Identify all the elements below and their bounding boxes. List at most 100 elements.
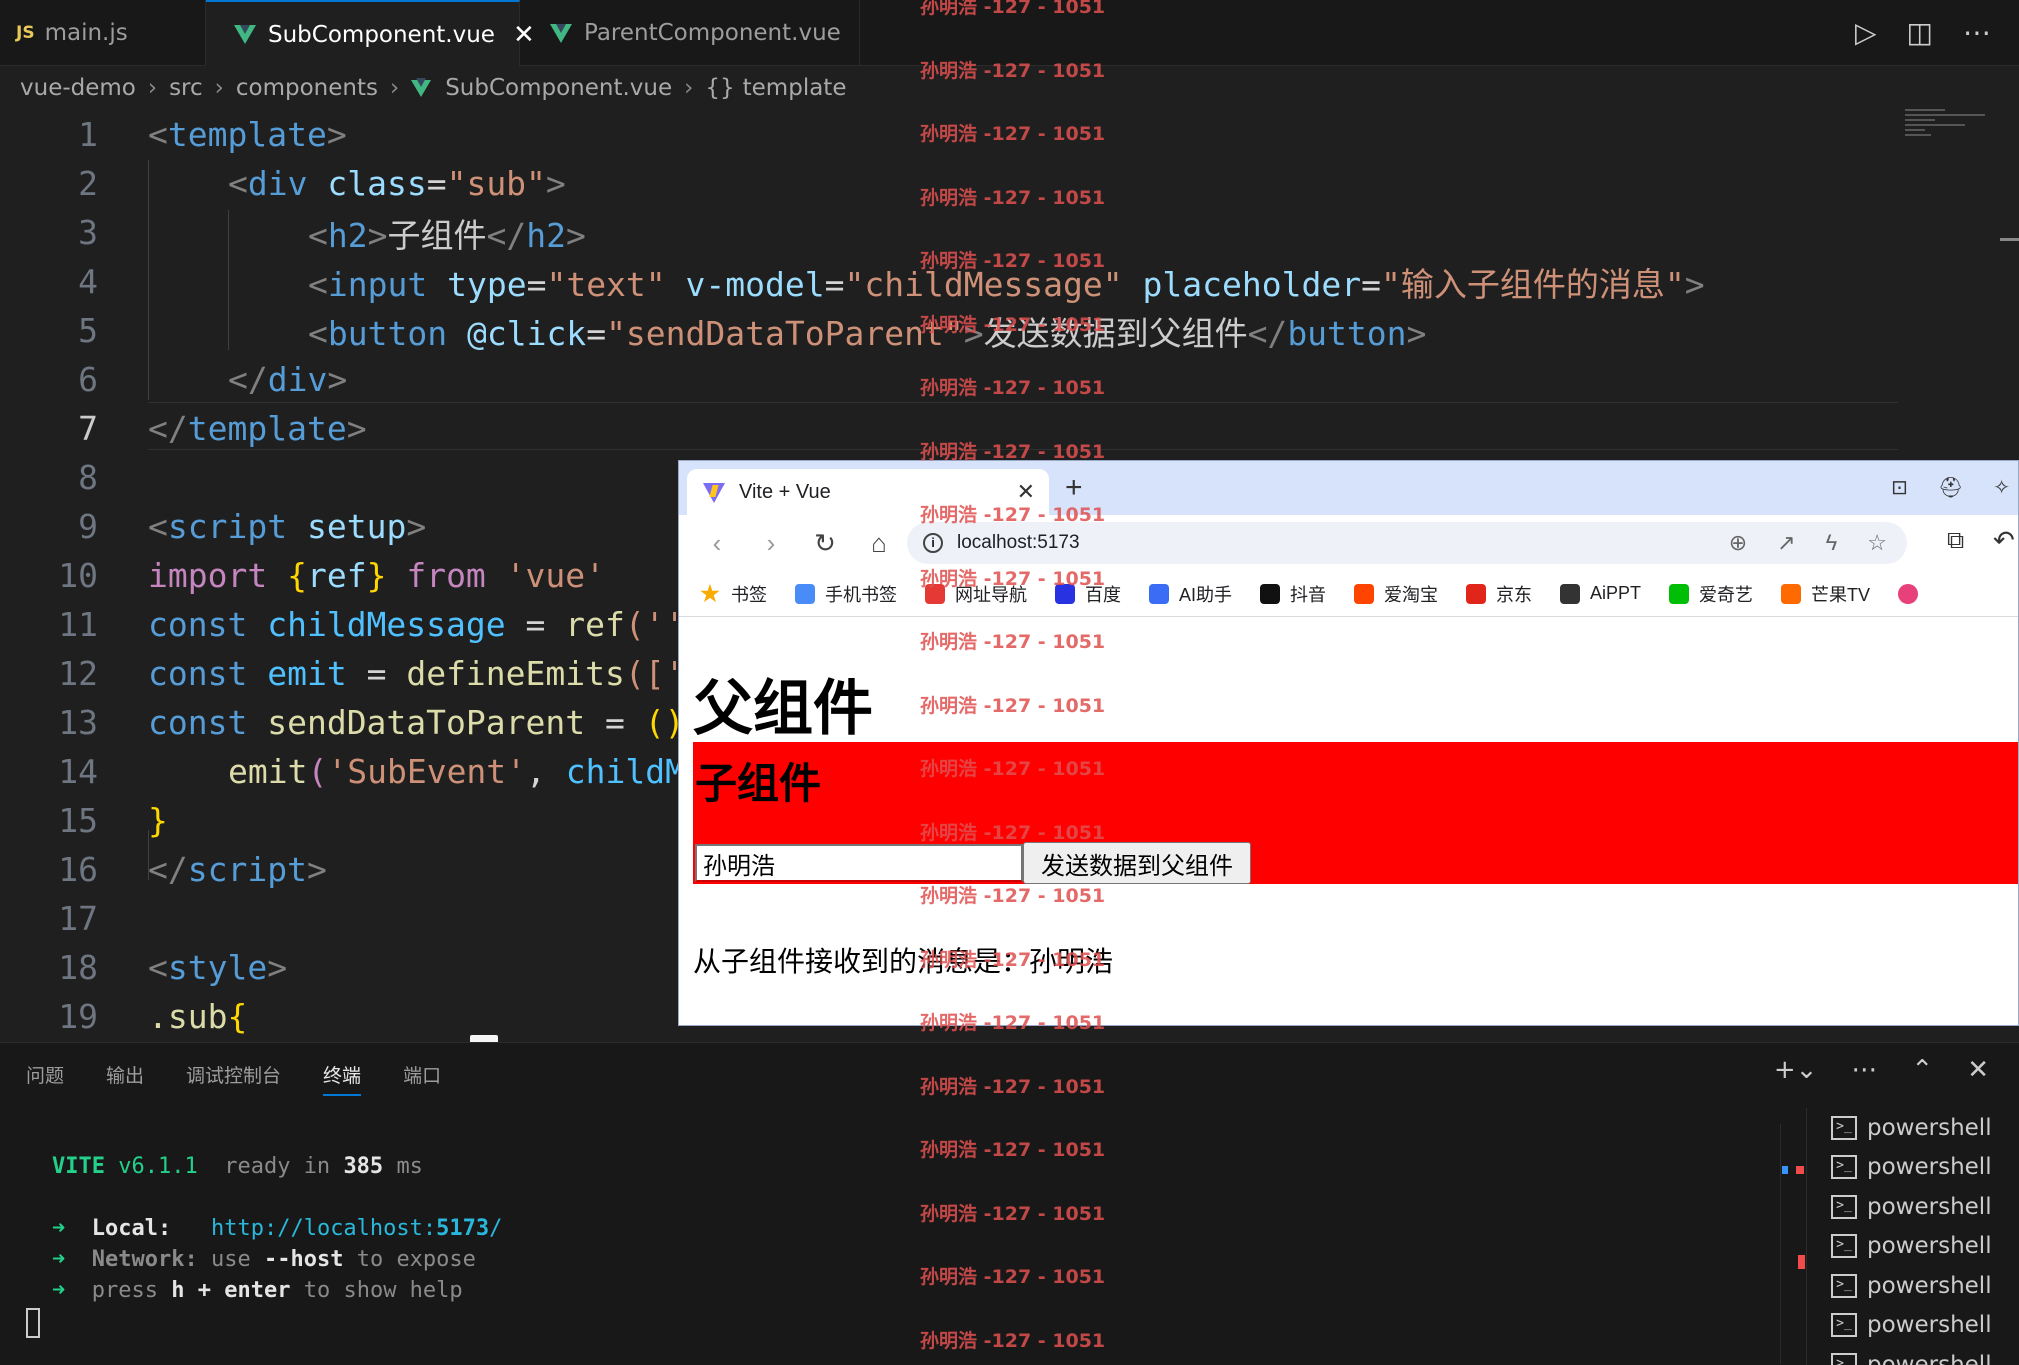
watermark-text: 孙明浩 -127 - 1051 <box>920 313 1106 336</box>
new-terminal-icon[interactable]: +⌄ <box>1774 1055 1818 1085</box>
watermark-text: 孙明浩 -127 - 1051 <box>920 631 1106 653</box>
run-icon[interactable]: ▷ <box>1855 16 1877 49</box>
tab-search-icon[interactable]: ⊡ <box>1891 475 1908 500</box>
bookmarks-bar: ★ 书签 手机书签 网址导航 百度 AI助手 抖音 爱淘宝 京东 AiPPT 爱奇艺 芒果TV <box>679 571 2018 617</box>
more-actions-icon[interactable]: ⋯ <box>1851 1055 1877 1085</box>
scrollbar-thumb[interactable] <box>2000 238 2019 241</box>
breadcrumb-item[interactable]: template <box>743 75 847 101</box>
terminal-list-item[interactable]: >_ powershell <box>1807 1306 2019 1346</box>
vue-file-icon <box>234 25 256 44</box>
zoom-icon[interactable]: ⊕ <box>1729 530 1747 556</box>
watermark-text: 孙明浩 -127 - 1051 <box>920 1012 1106 1034</box>
tab-problems[interactable]: 问题 <box>26 1061 64 1096</box>
line-number: 10 <box>58 556 98 595</box>
watermark-text: 孙明浩 -127 - 1051 <box>920 1202 1106 1225</box>
close-panel-icon[interactable]: ✕ <box>1967 1055 1989 1085</box>
browser-tab-strip: Vite + Vue ✕ + ⊡ ⛑ ✧ <box>679 461 2018 515</box>
watermark-text: 孙明浩 -127 - 1051 <box>920 1266 1106 1288</box>
terminal-list-item[interactable]: >_ powershell <box>1807 1227 2019 1267</box>
breadcrumb-item[interactable]: src <box>169 75 203 101</box>
info-icon[interactable]: i <box>923 533 943 553</box>
symbol-braces-icon: {} <box>705 75 735 101</box>
maximize-panel-icon[interactable]: ⌃ <box>1911 1055 1933 1085</box>
send-to-parent-button[interactable]: 发送数据到父组件 <box>1023 842 1251 884</box>
home-icon[interactable]: ⌂ <box>863 528 895 559</box>
line-number: 17 <box>58 899 98 938</box>
bookmark-item[interactable]: 京东 <box>1466 581 1532 607</box>
watermark-text: 孙明浩 -127 - 1051 <box>920 377 1106 399</box>
panel-tabs: 问题 输出 调试控制台 终端 端口 <box>26 1061 441 1096</box>
terminal-icon: >_ <box>1831 1194 1857 1219</box>
watermark-text: 孙明浩 -127 - 1051 <box>920 1329 1106 1352</box>
more-actions-icon[interactable]: ⋯ <box>1963 16 1991 49</box>
terminal-list-item[interactable]: >_ powershell <box>1807 1345 2019 1365</box>
bookmark-label: 京东 <box>1496 584 1533 605</box>
vue-file-icon <box>550 23 572 43</box>
forward-icon[interactable]: › <box>755 528 787 559</box>
bookmark-item[interactable]: AI助手 <box>1149 581 1232 607</box>
terminal-list-item[interactable]: >_ powershell <box>1807 1108 2019 1148</box>
bookmark-item[interactable]: 手机书签 <box>795 581 897 607</box>
watermark-text: 孙明浩 -127 - 1051 <box>920 821 1106 844</box>
tab-parentcomponent-vue[interactable]: ParentComponent.vue <box>520 0 860 66</box>
browser-window-buttons: ⊡ ⛑ ✧ <box>1891 475 2010 500</box>
line-number: 5 <box>78 311 98 350</box>
bookmark-item[interactable]: 爱淘宝 <box>1354 581 1438 607</box>
breadcrumb-item[interactable]: SubComponent.vue <box>445 75 672 101</box>
bookmark-favicon-icon <box>1260 583 1281 604</box>
undo-icon[interactable]: ↶ <box>1993 525 2015 556</box>
page-viewport: 父组件 子组件 发送数据到父组件 从子组件接收到的消息是：孙明浩 <box>679 618 2018 1025</box>
javascript-file-icon: JS <box>16 23 35 43</box>
address-bar[interactable]: i localhost:5173 ⊕ ↗ ϟ ☆ <box>907 522 1907 564</box>
tab-output[interactable]: 输出 <box>106 1061 144 1096</box>
back-icon[interactable]: ‹ <box>701 528 733 559</box>
terminal-output[interactable]: VITE v6.1.1 ready in 385 ms ➜ Local: htt… <box>52 1151 502 1306</box>
line-number: 7 <box>78 409 98 448</box>
tab-subcomponent-vue[interactable]: SubComponent.vue ✕ <box>206 0 535 67</box>
tab-debug-console[interactable]: 调试控制台 <box>186 1061 281 1096</box>
watermark-text: 孙明浩 -127 - 1051 <box>920 250 1106 272</box>
browser-tab-title: Vite + Vue <box>739 480 831 503</box>
bookmark-label: 抖音 <box>1290 584 1327 605</box>
tab-main-js[interactable]: JS main.js <box>0 0 206 66</box>
lightning-icon[interactable]: ϟ <box>1826 530 1838 556</box>
watermark-text: 孙明浩 -127 - 1051 <box>920 694 1106 717</box>
terminal-list-label: powershell <box>1867 1154 1992 1181</box>
bookmark-item[interactable]: ★ 书签 <box>699 581 767 607</box>
split-editor-icon[interactable]: ◫ <box>1907 16 1933 49</box>
bookmark-label: 爱奇艺 <box>1699 584 1754 605</box>
bookmark-item[interactable]: 爱奇艺 <box>1669 581 1753 607</box>
star-icon[interactable]: ☆ <box>1867 530 1887 556</box>
extensions-icon[interactable]: ⧉ <box>1947 527 1964 555</box>
bookmark-label: AI助手 <box>1179 584 1233 605</box>
minimap[interactable] <box>1905 106 1995 166</box>
tab-ports[interactable]: 端口 <box>403 1061 441 1096</box>
extension-icon[interactable]: ✧ <box>1993 475 2010 500</box>
line-number: 4 <box>78 262 98 301</box>
share-icon[interactable]: ↗ <box>1777 530 1795 556</box>
reload-icon[interactable]: ↻ <box>809 528 841 559</box>
terminal-split-divider <box>1780 1124 1798 1364</box>
watermark-text: 孙明浩 -127 - 1051 <box>920 758 1106 780</box>
vite-logo-icon <box>703 481 725 503</box>
editor-actions: ▷ ◫ ⋯ <box>1855 16 1991 49</box>
bookmark-item[interactable]: 芒果TV <box>1781 581 1870 607</box>
bookmark-overflow-icon[interactable] <box>1898 583 1919 604</box>
incognito-icon[interactable]: ⛑ <box>1938 475 1963 500</box>
bookmark-item[interactable]: AiPPT <box>1560 583 1641 604</box>
bookmark-label: 爱淘宝 <box>1384 584 1439 605</box>
chevron-right-icon: › <box>214 75 224 101</box>
terminal-list-item[interactable]: >_ powershell <box>1807 1187 2019 1227</box>
terminal-cursor <box>26 1308 40 1338</box>
terminal-list-item[interactable]: >_ powershell <box>1807 1266 2019 1306</box>
breadcrumb-item[interactable]: components <box>236 75 378 101</box>
terminal-icon: >_ <box>1831 1313 1857 1338</box>
terminal-list-label: powershell <box>1867 1312 1992 1339</box>
watermark-text: 孙明浩 -127 - 1051 <box>920 1075 1106 1098</box>
tab-terminal[interactable]: 终端 <box>323 1061 362 1096</box>
terminal-list-item[interactable]: >_ powershell <box>1807 1148 2019 1188</box>
bookmark-item[interactable]: 抖音 <box>1260 581 1326 607</box>
child-message-input[interactable] <box>695 844 1023 882</box>
bookmark-favicon-icon <box>795 583 815 604</box>
breadcrumb-item[interactable]: vue-demo <box>20 75 136 101</box>
